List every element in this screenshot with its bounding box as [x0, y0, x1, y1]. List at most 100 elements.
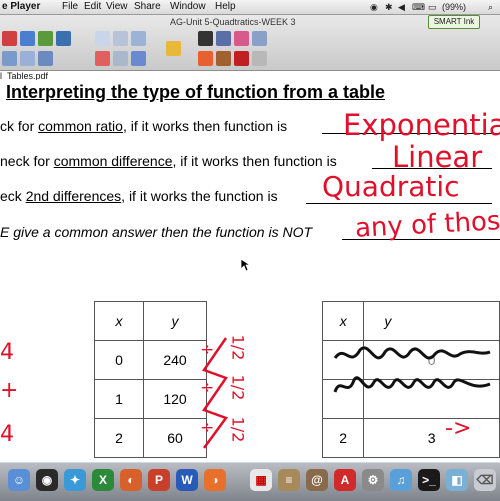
- line-icon[interactable]: [252, 31, 267, 46]
- notes-icon[interactable]: ≡: [278, 469, 300, 491]
- safari-icon[interactable]: ✦: [64, 469, 86, 491]
- scribble-row-2: [333, 376, 491, 393]
- creative-pen-icon[interactable]: [198, 51, 213, 66]
- battery-percent: (99%): [442, 2, 467, 12]
- mouse-cursor-icon: [240, 258, 250, 272]
- table-row: 2 60: [94, 418, 207, 458]
- rule-common-difference: neck for common difference, if it works …: [0, 153, 337, 169]
- screen-capture-icon[interactable]: [131, 31, 146, 46]
- rule-text: , if it works then function is: [172, 153, 337, 169]
- rule-keyword: 2nd differences: [25, 188, 122, 204]
- table-icon[interactable]: [113, 51, 128, 66]
- fraction-half: 1/2: [228, 334, 248, 361]
- acrobat-icon[interactable]: A: [334, 469, 356, 491]
- forward-icon[interactable]: [20, 31, 35, 46]
- table-header-x: x: [321, 301, 365, 341]
- contacts-icon[interactable]: @: [306, 469, 328, 491]
- system-preferences-icon[interactable]: ⚙: [362, 469, 384, 491]
- powerpoint-icon[interactable]: P: [148, 469, 170, 491]
- pen-icon[interactable]: [216, 31, 231, 46]
- window-title: AG-Unit 5-Quadtratics-WEEK 3: [170, 17, 296, 27]
- menu-bar: e Player File Edit View Share Window Hel…: [0, 0, 500, 15]
- input-source-icon[interactable]: ⌨: [412, 0, 425, 14]
- rule-keyword: common ratio: [38, 118, 123, 134]
- table-header-x: x: [94, 301, 144, 341]
- rule-none: E give a common answer then the function…: [0, 224, 312, 240]
- trash-icon[interactable]: ⌫: [474, 469, 496, 491]
- rule-text: E give a common answer then the function…: [0, 224, 313, 240]
- table-header-row: x y: [321, 301, 500, 341]
- scribble-marks: [333, 346, 491, 393]
- margin-mark: 4: [0, 340, 14, 365]
- bluetooth-icon[interactable]: ✱: [385, 0, 393, 14]
- display-icon[interactable]: [56, 31, 71, 46]
- rule-text: neck for: [0, 153, 54, 169]
- divide-sign: ÷: [200, 418, 215, 438]
- smart-ink-button[interactable]: SMART Ink: [428, 15, 480, 29]
- answer-linear: Linear: [392, 140, 483, 174]
- fraction-half: 1/2: [228, 416, 248, 443]
- app-name-menu[interactable]: e Player: [2, 0, 40, 14]
- rule-text: , if it works then function is: [122, 118, 288, 134]
- table-cell-x: 0: [94, 340, 144, 380]
- save-icon[interactable]: [38, 31, 53, 46]
- wifi-icon[interactable]: ◉: [370, 0, 378, 14]
- clear-icon[interactable]: [131, 51, 146, 66]
- copy-icon[interactable]: [113, 31, 128, 46]
- menu-share[interactable]: Share: [134, 0, 161, 14]
- menu-view[interactable]: View: [106, 0, 128, 14]
- battery-icon[interactable]: ▭: [428, 0, 437, 14]
- page-sorter-icon[interactable]: [20, 51, 35, 66]
- table-row: 0 240: [94, 340, 207, 380]
- itunes-icon[interactable]: ♫: [390, 469, 412, 491]
- magic-pen-icon[interactable]: [216, 51, 231, 66]
- rule-keyword: common difference: [53, 153, 173, 169]
- delete-icon[interactable]: [95, 51, 110, 66]
- lock-icon[interactable]: [166, 41, 181, 56]
- screen-icon[interactable]: [38, 51, 53, 66]
- answer-blank: [306, 203, 492, 204]
- text-icon[interactable]: [234, 51, 249, 66]
- arrow-annotation: ->: [445, 416, 472, 441]
- terminal-icon[interactable]: >_: [418, 469, 440, 491]
- menu-window[interactable]: Window: [170, 0, 206, 14]
- finder-icon[interactable]: ☺: [8, 469, 30, 491]
- fraction-half: 1/2: [228, 374, 248, 401]
- rule-common-ratio: ck for common ratio, if it works then fu…: [0, 118, 287, 134]
- rule-text: ck for: [0, 118, 39, 134]
- excel-icon[interactable]: X: [92, 469, 114, 491]
- dock: ☺ ◉ ✦ X ◐ P W ◑ ▦ ≡ @ A ⚙ ♫ >_ ◧ ⌫: [0, 462, 500, 501]
- shape-icon[interactable]: [252, 51, 267, 66]
- page-icon[interactable]: [2, 51, 17, 66]
- spotlight-icon[interactable]: ⌕: [488, 0, 493, 14]
- word-icon[interactable]: W: [176, 469, 198, 491]
- paste-icon[interactable]: [95, 31, 110, 46]
- table-row: 2 3: [321, 418, 500, 458]
- menu-help[interactable]: Help: [215, 0, 236, 14]
- toolbar: AG-Unit 5-Quadtratics-WEEK 3 SMART Ink: [0, 15, 500, 71]
- firefox-alt-icon[interactable]: ◑: [204, 469, 226, 491]
- divide-sign: ÷: [200, 340, 215, 360]
- firefox-icon[interactable]: ◐: [120, 469, 142, 491]
- dashboard-icon[interactable]: ◉: [36, 469, 58, 491]
- answer-exponential: Exponentia: [343, 108, 500, 142]
- table-cell-y: 3: [363, 418, 500, 458]
- table-cell-x: 2: [94, 418, 144, 458]
- rule-text: , if it works the function is: [121, 188, 278, 204]
- table-cell-x: 2: [321, 418, 365, 458]
- volume-icon[interactable]: ◀: [398, 0, 405, 14]
- rule-second-differences: eck 2nd differences, if it works the fun…: [0, 188, 278, 204]
- select-icon[interactable]: [198, 31, 213, 46]
- eraser-icon[interactable]: [234, 31, 249, 46]
- table-row: 1 120: [94, 379, 207, 419]
- answer-quadratic: Quadratic: [322, 170, 460, 203]
- table-cell-x: 1: [94, 379, 144, 419]
- rule-text: eck: [0, 188, 26, 204]
- scribble-row-1: [333, 346, 491, 360]
- close-icon[interactable]: [2, 31, 17, 46]
- margin-mark: +: [0, 378, 19, 403]
- menu-edit[interactable]: Edit: [84, 0, 101, 14]
- preview-icon[interactable]: ◧: [446, 469, 468, 491]
- calendar-icon[interactable]: ▦: [250, 469, 272, 491]
- menu-file[interactable]: File: [62, 0, 78, 14]
